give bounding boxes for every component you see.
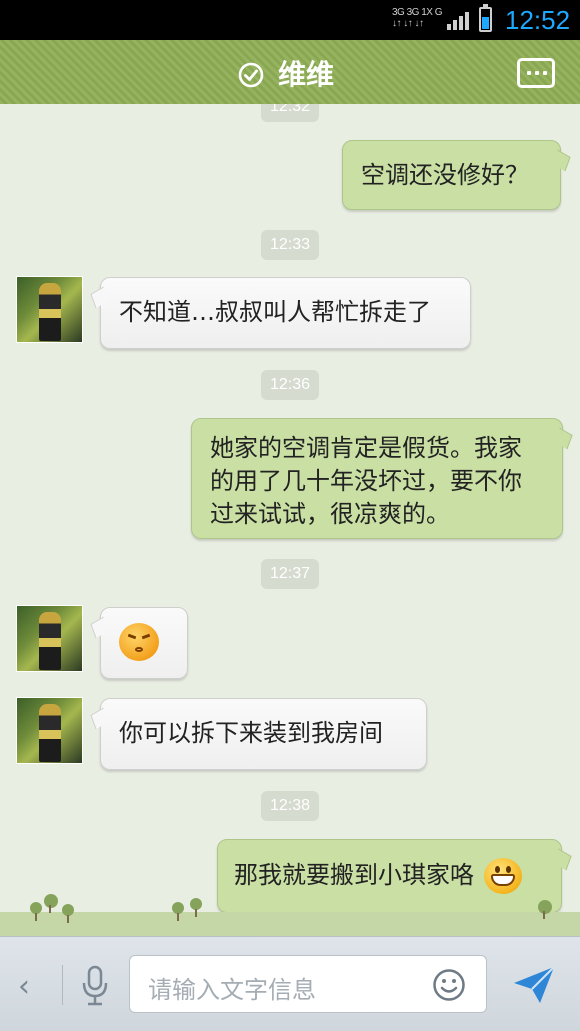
- network-type: 3G 3G 1X G: [392, 7, 443, 18]
- message-input[interactable]: 请输入文字信息: [129, 955, 487, 1013]
- divider: [62, 965, 63, 1005]
- timestamp: 12:37: [261, 559, 319, 589]
- status-bar: 3G 3G 1X G ↓↑ ↓↑ ↓↑ 12:52: [0, 0, 580, 40]
- chevron-left-icon[interactable]: ‹: [18, 969, 30, 1004]
- avatar[interactable]: [16, 605, 83, 672]
- outgoing-message[interactable]: 那我就要搬到小琪家咯: [217, 839, 562, 913]
- message-text: 空调还没修好？: [361, 161, 529, 189]
- contact-name[interactable]: 维维: [278, 53, 334, 93]
- timestamp: 12:36: [261, 370, 319, 400]
- outgoing-message[interactable]: 她家的空调肯定是假货。我家的用了几十年没坏过，要不你过来试试，很凉爽的。: [191, 418, 563, 539]
- signal-icon: [447, 10, 469, 30]
- chat-menu-icon[interactable]: [517, 58, 555, 88]
- timestamp: 12:33: [261, 230, 319, 260]
- battery-icon: [479, 4, 492, 32]
- chat-header: 维维: [0, 40, 580, 104]
- message-input-placeholder: 请输入文字信息: [148, 976, 316, 1004]
- microphone-icon[interactable]: [80, 965, 110, 1007]
- timestamp: 12:38: [261, 791, 319, 821]
- message-text: 不知道…叔叔叫人帮忙拆走了: [119, 298, 431, 326]
- message-text: 你可以拆下来装到我房间: [119, 719, 383, 747]
- smiley-icon[interactable]: [432, 968, 466, 1002]
- outgoing-message[interactable]: 空调还没修好？: [342, 140, 561, 210]
- grin-face-emoji: [483, 858, 522, 894]
- input-bar: ‹ 请输入文字信息: [0, 936, 580, 1031]
- avatar[interactable]: [16, 276, 83, 343]
- network-activity: ↓↑ ↓↑ ↓↑: [392, 18, 424, 29]
- incoming-message[interactable]: 不知道…叔叔叫人帮忙拆走了: [100, 277, 471, 349]
- send-arrow-icon[interactable]: [512, 965, 556, 1005]
- battery-level: [482, 17, 489, 29]
- incoming-message[interactable]: [100, 607, 188, 679]
- message-text: 那我就要搬到小琪家咯: [234, 861, 474, 889]
- check-circle-icon: [238, 62, 264, 88]
- clock: 12:52: [505, 5, 571, 35]
- message-text: 她家的空调肯定是假货。我家的用了几十年没坏过，要不你过来试试，很凉爽的。: [210, 434, 522, 528]
- timestamp: 12:32: [261, 104, 319, 122]
- message-list[interactable]: 12:32 空调还没修好？ 12:33 不知道…叔叔叫人帮忙拆走了 12:36 …: [0, 104, 580, 936]
- angry-face-emoji: [119, 623, 159, 661]
- network-indicator: 3G 3G 1X G ↓↑ ↓↑ ↓↑: [392, 7, 443, 29]
- incoming-message[interactable]: 你可以拆下来装到我房间: [100, 698, 427, 770]
- avatar[interactable]: [16, 697, 83, 764]
